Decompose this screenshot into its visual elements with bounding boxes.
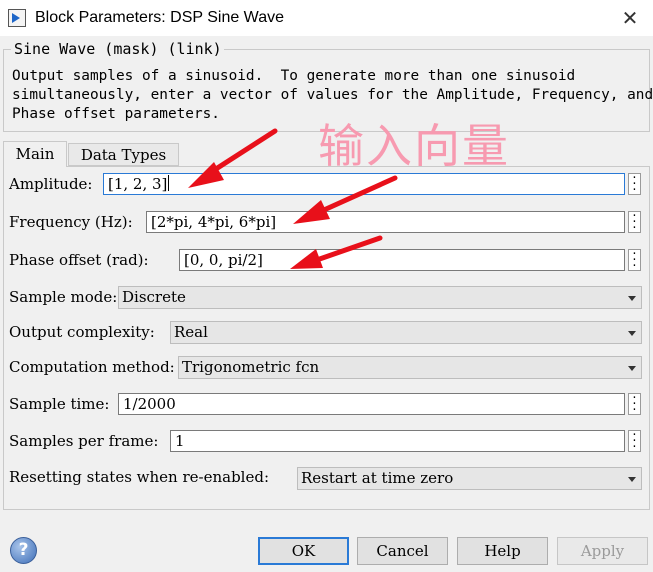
- computation-method-value: Trigonometric fcn: [182, 358, 320, 376]
- help-button[interactable]: Help: [457, 537, 548, 565]
- chevron-down-icon: [628, 331, 636, 336]
- group-border-left: [3, 49, 11, 50]
- ok-button[interactable]: OK: [258, 537, 349, 565]
- samples-per-frame-input[interactable]: 1: [170, 430, 625, 452]
- sample-mode-value: Discrete: [122, 288, 186, 306]
- sample-mode-select[interactable]: Discrete: [118, 286, 642, 309]
- frequency-label: Frequency (Hz):: [9, 213, 133, 231]
- resetting-states-select[interactable]: Restart at time zero: [297, 467, 642, 490]
- chevron-down-icon: [628, 366, 636, 371]
- tab-data-types[interactable]: Data Types: [68, 143, 179, 166]
- phase-offset-label: Phase offset (rad):: [9, 251, 149, 269]
- chevron-down-icon: [628, 296, 636, 301]
- phase-offset-input[interactable]: [0, 0, pi/2]: [179, 249, 625, 271]
- computation-method-select[interactable]: Trigonometric fcn: [178, 356, 642, 379]
- help-icon[interactable]: ?: [10, 537, 37, 564]
- output-complexity-value: Real: [174, 323, 208, 341]
- close-icon[interactable]: ✕: [616, 4, 644, 32]
- resetting-states-label: Resetting states when re-enabled:: [9, 468, 270, 486]
- title-bar: Block Parameters: DSP Sine Wave ✕: [0, 0, 653, 36]
- window-title: Block Parameters: DSP Sine Wave: [35, 9, 284, 26]
- amplitude-more-icon[interactable]: · · ·: [628, 172, 641, 197]
- apply-button[interactable]: Apply: [557, 537, 648, 565]
- amplitude-input[interactable]: [1, 2, 3]: [103, 173, 625, 195]
- sample-time-label: Sample time:: [9, 395, 110, 413]
- sample-mode-label: Sample mode:: [9, 288, 118, 306]
- text-caret: [168, 175, 170, 191]
- computation-method-label: Computation method:: [9, 358, 175, 376]
- resetting-states-value: Restart at time zero: [301, 469, 454, 487]
- samples-per-frame-label: Samples per frame:: [9, 432, 159, 450]
- tab-main[interactable]: Main: [3, 141, 67, 167]
- output-complexity-label: Output complexity:: [9, 323, 155, 341]
- samples-per-frame-more-icon[interactable]: · · ·: [628, 429, 641, 454]
- sample-time-more-icon[interactable]: · · ·: [628, 392, 641, 417]
- chevron-down-icon: [628, 477, 636, 482]
- amplitude-value: [1, 2, 3]: [108, 175, 168, 193]
- amplitude-label: Amplitude:: [9, 175, 93, 193]
- sample-time-input[interactable]: 1/2000: [118, 393, 625, 415]
- cancel-button[interactable]: Cancel: [357, 537, 448, 565]
- group-border-right: [219, 49, 649, 50]
- output-complexity-select[interactable]: Real: [170, 321, 642, 344]
- simulink-block-icon: [8, 9, 26, 27]
- group-title: Sine Wave (mask) (link): [12, 40, 224, 58]
- frequency-more-icon[interactable]: · · ·: [628, 210, 641, 235]
- frequency-input[interactable]: [2*pi, 4*pi, 6*pi]: [146, 211, 625, 233]
- phase-offset-more-icon[interactable]: · · ·: [628, 248, 641, 273]
